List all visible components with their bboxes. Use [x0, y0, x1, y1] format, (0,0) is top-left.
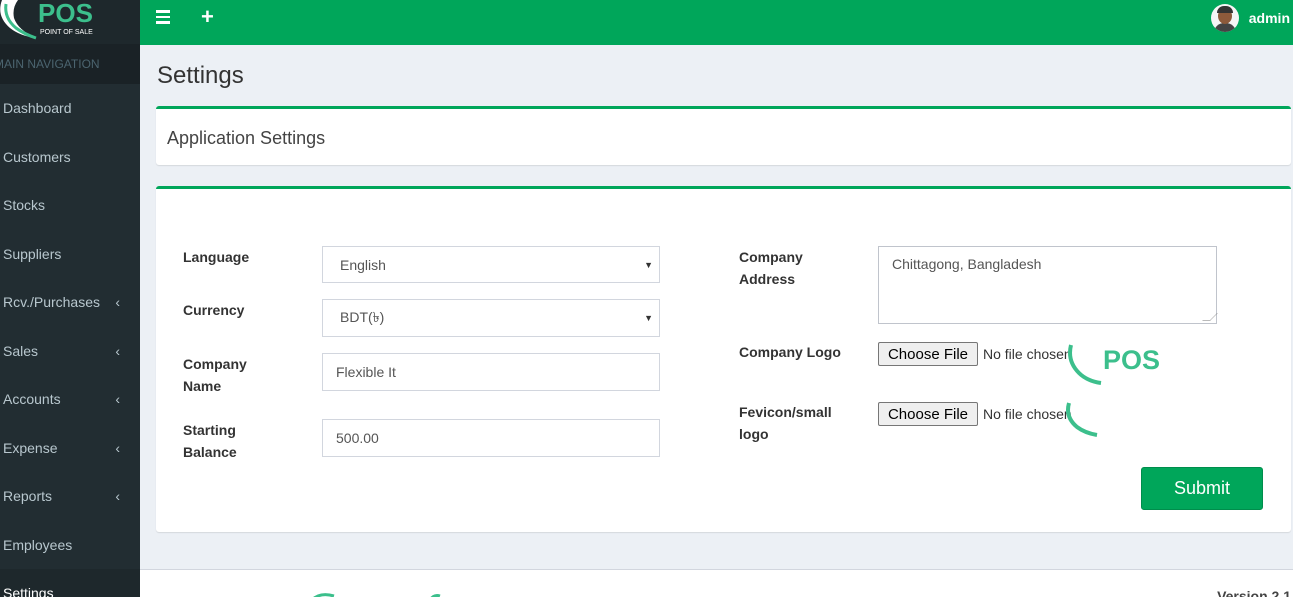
favicon-file-status: No file chosen: [983, 406, 1072, 422]
company-address-label: Company Address: [739, 249, 803, 287]
sidebar-item-sales[interactable]: Sales ‹: [0, 327, 140, 376]
company-address-value: Chittagong, Bangladesh: [892, 256, 1042, 272]
starting-balance-label: Starting Balance: [183, 422, 237, 460]
footer-logo-icon: [313, 593, 441, 597]
user-name: admin: [1248, 10, 1290, 26]
sidebar-item-label: Reports: [3, 488, 53, 505]
sidebar-nav: Dashboard Customers Stocks Suppliers Rcv./Pu…: [0, 84, 140, 597]
sidebar-item-dashboard[interactable]: Dashboard: [0, 84, 140, 133]
company-logo-preview-icon: POS: [1068, 344, 1160, 385]
dropdown-arrow-icon: ▼: [644, 259, 653, 270]
sidebar-item-employees[interactable]: Employees: [0, 521, 140, 570]
favicon-choose-file-button[interactable]: Choose File: [878, 402, 978, 426]
chevron-left-icon: ‹: [115, 488, 120, 505]
sidebar-item-settings[interactable]: Settings: [0, 569, 140, 597]
language-label: Language: [183, 249, 250, 265]
starting-balance-value: 500.00: [336, 430, 379, 446]
pos-logo-icon: POS POINT OF SALE: [0, 0, 93, 40]
brand-logo[interactable]: POS POINT OF SALE: [0, 0, 140, 44]
settings-form: Language English ▼ Currency BDT(৳) ▼ Com…: [156, 186, 1291, 532]
company-logo-choose-file-button[interactable]: Choose File: [878, 342, 978, 366]
footer: Version 2.1: [140, 569, 1293, 597]
sidebar-item-suppliers[interactable]: Suppliers: [0, 230, 140, 279]
submit-button[interactable]: Submit: [1141, 467, 1263, 510]
section-title: Application Settings: [167, 128, 326, 148]
sidebar-item-label: Sales: [3, 342, 39, 359]
chevron-left-icon: ‹: [115, 439, 120, 456]
chevron-left-icon: ‹: [115, 342, 120, 359]
page-title: Settings: [157, 62, 244, 89]
currency-value: BDT(৳): [340, 309, 385, 325]
sidebar-item-customers[interactable]: Customers: [0, 133, 140, 182]
starting-balance-input[interactable]: 500.00: [322, 419, 660, 457]
version-text: Version 2.1: [1217, 588, 1291, 597]
company-logo-label: Company Logo: [739, 344, 841, 360]
chevron-left-icon: ‹: [115, 294, 120, 311]
currency-select[interactable]: BDT(৳) ▼: [322, 299, 660, 337]
sidebar-item-label: Dashboard: [3, 100, 72, 117]
user-menu[interactable]: admin: [1210, 4, 1290, 32]
avatar: [1210, 4, 1239, 32]
top-bar: + admin: [140, 0, 1293, 45]
sidebar-item-stocks[interactable]: Stocks: [0, 181, 140, 230]
sidebar-item-label: Employees: [3, 536, 73, 553]
favicon-label: Fevicon/small logo: [739, 404, 832, 442]
sidebar-item-label: Expense: [3, 439, 58, 456]
svg-text:POINT OF SALE: POINT OF SALE: [40, 29, 93, 36]
chevron-left-icon: ‹: [115, 391, 120, 408]
sidebar-item-reports[interactable]: Reports ‹: [0, 472, 140, 521]
sidebar: POS POINT OF SALE MAIN NAVIGATION Dashbo…: [0, 0, 140, 597]
sidebar-item-label: Settings: [3, 585, 54, 597]
language-value: English: [340, 256, 386, 273]
hamburger-icon[interactable]: [156, 10, 170, 27]
sidebar-item-label: Suppliers: [3, 245, 62, 262]
language-select[interactable]: English ▼: [322, 246, 660, 283]
company-name-value: Flexible It: [336, 364, 396, 380]
currency-label: Currency: [183, 302, 245, 318]
nav-header: MAIN NAVIGATION: [0, 44, 140, 84]
settings-header-box: Application Settings: [156, 106, 1291, 165]
sidebar-item-expense[interactable]: Expense ‹: [0, 424, 140, 473]
sidebar-item-label: Rcv./Purchases: [3, 294, 100, 311]
plus-icon[interactable]: +: [201, 4, 214, 30]
favicon-preview-icon: [1066, 402, 1098, 437]
svg-text:POS: POS: [38, 0, 93, 28]
company-name-label: Company Name: [183, 356, 247, 394]
company-logo-file-status: No file chosen: [983, 346, 1072, 362]
company-name-input[interactable]: Flexible It: [322, 353, 660, 391]
resize-handle-icon[interactable]: [1202, 313, 1218, 321]
dropdown-arrow-icon: ▼: [644, 313, 653, 323]
svg-text:POS: POS: [1103, 345, 1160, 375]
sidebar-item-accounts[interactable]: Accounts ‹: [0, 375, 140, 424]
sidebar-item-label: Customers: [3, 148, 71, 165]
sidebar-item-label: Accounts: [3, 391, 61, 408]
sidebar-item-label: Stocks: [3, 197, 46, 214]
company-address-textarea[interactable]: Chittagong, Bangladesh: [878, 246, 1218, 324]
sidebar-item-rcv-purchases[interactable]: Rcv./Purchases ‹: [0, 278, 140, 327]
